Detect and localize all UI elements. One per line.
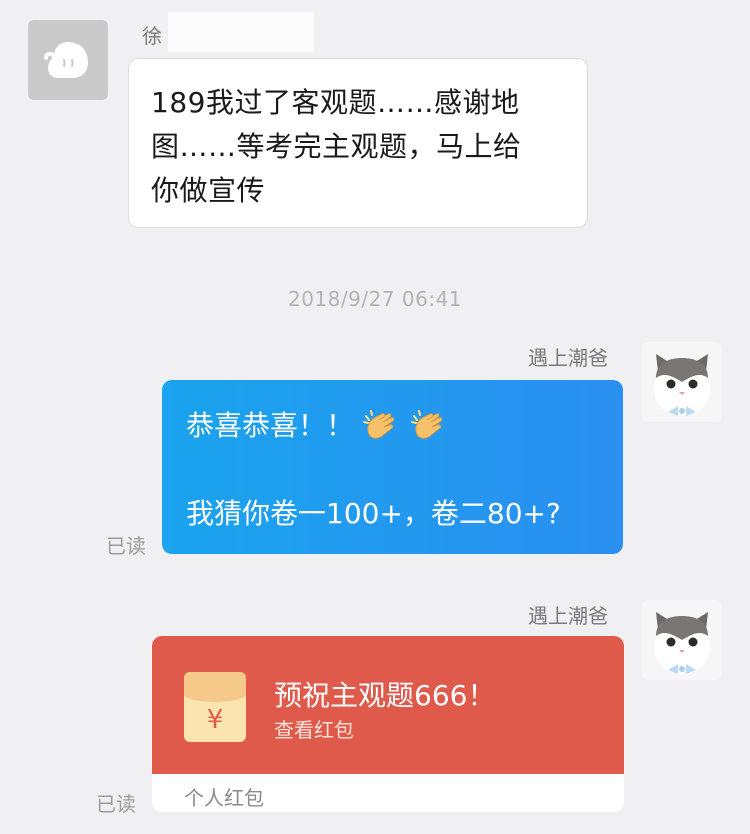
outgoing-message-line: 恭喜恭喜！！	[186, 409, 355, 442]
incoming-message-bubble[interactable]: 189我过了客观题……感谢地 图……等考完主观题，马上给 你做宣传	[128, 58, 588, 228]
outgoing-avatar[interactable]	[642, 342, 722, 422]
incoming-message-line: 图……等考完主观题，马上给	[151, 130, 522, 163]
incoming-message-line: 189我过了客观题……感谢地	[151, 86, 520, 119]
read-status: 已读	[106, 534, 146, 558]
default-qq-avatar-icon	[44, 42, 88, 78]
red-envelope-symbol: ¥	[207, 705, 224, 735]
red-packet-card[interactable]: ¥ 预祝主观题666！ 查看红包 个人红包	[152, 636, 624, 812]
outgoing-sender-name: 遇上潮爸	[528, 346, 608, 370]
clapping-hands-icon	[362, 406, 402, 446]
cat-avatar-icon	[642, 600, 722, 680]
read-status: 已读	[96, 792, 136, 816]
outgoing-message-bubble[interactable]: 恭喜恭喜！！ 我猜你卷一100+，卷二80+?	[162, 380, 623, 554]
red-packet-header: ¥ 预祝主观题666！ 查看红包	[152, 636, 624, 774]
red-packet-title: 预祝主观题666！	[274, 679, 496, 712]
incoming-sender-name: 徐	[142, 24, 162, 48]
outgoing-sender-name: 遇上潮爸	[528, 604, 608, 628]
cat-avatar-icon	[642, 342, 722, 422]
red-packet-subtitle: 查看红包	[274, 718, 354, 742]
red-envelope-icon: ¥	[184, 672, 246, 742]
red-packet-footer: 个人红包	[184, 786, 264, 810]
incoming-message-line: 你做宣传	[151, 174, 266, 207]
outgoing-avatar[interactable]	[642, 600, 722, 680]
name-redaction	[168, 12, 314, 52]
outgoing-message-line: 我猜你卷一100+，卷二80+?	[186, 497, 561, 530]
incoming-avatar[interactable]	[28, 20, 108, 100]
chat-timestamp: 2018/9/27 06:41	[287, 287, 463, 311]
clapping-hands-icon	[410, 406, 450, 446]
